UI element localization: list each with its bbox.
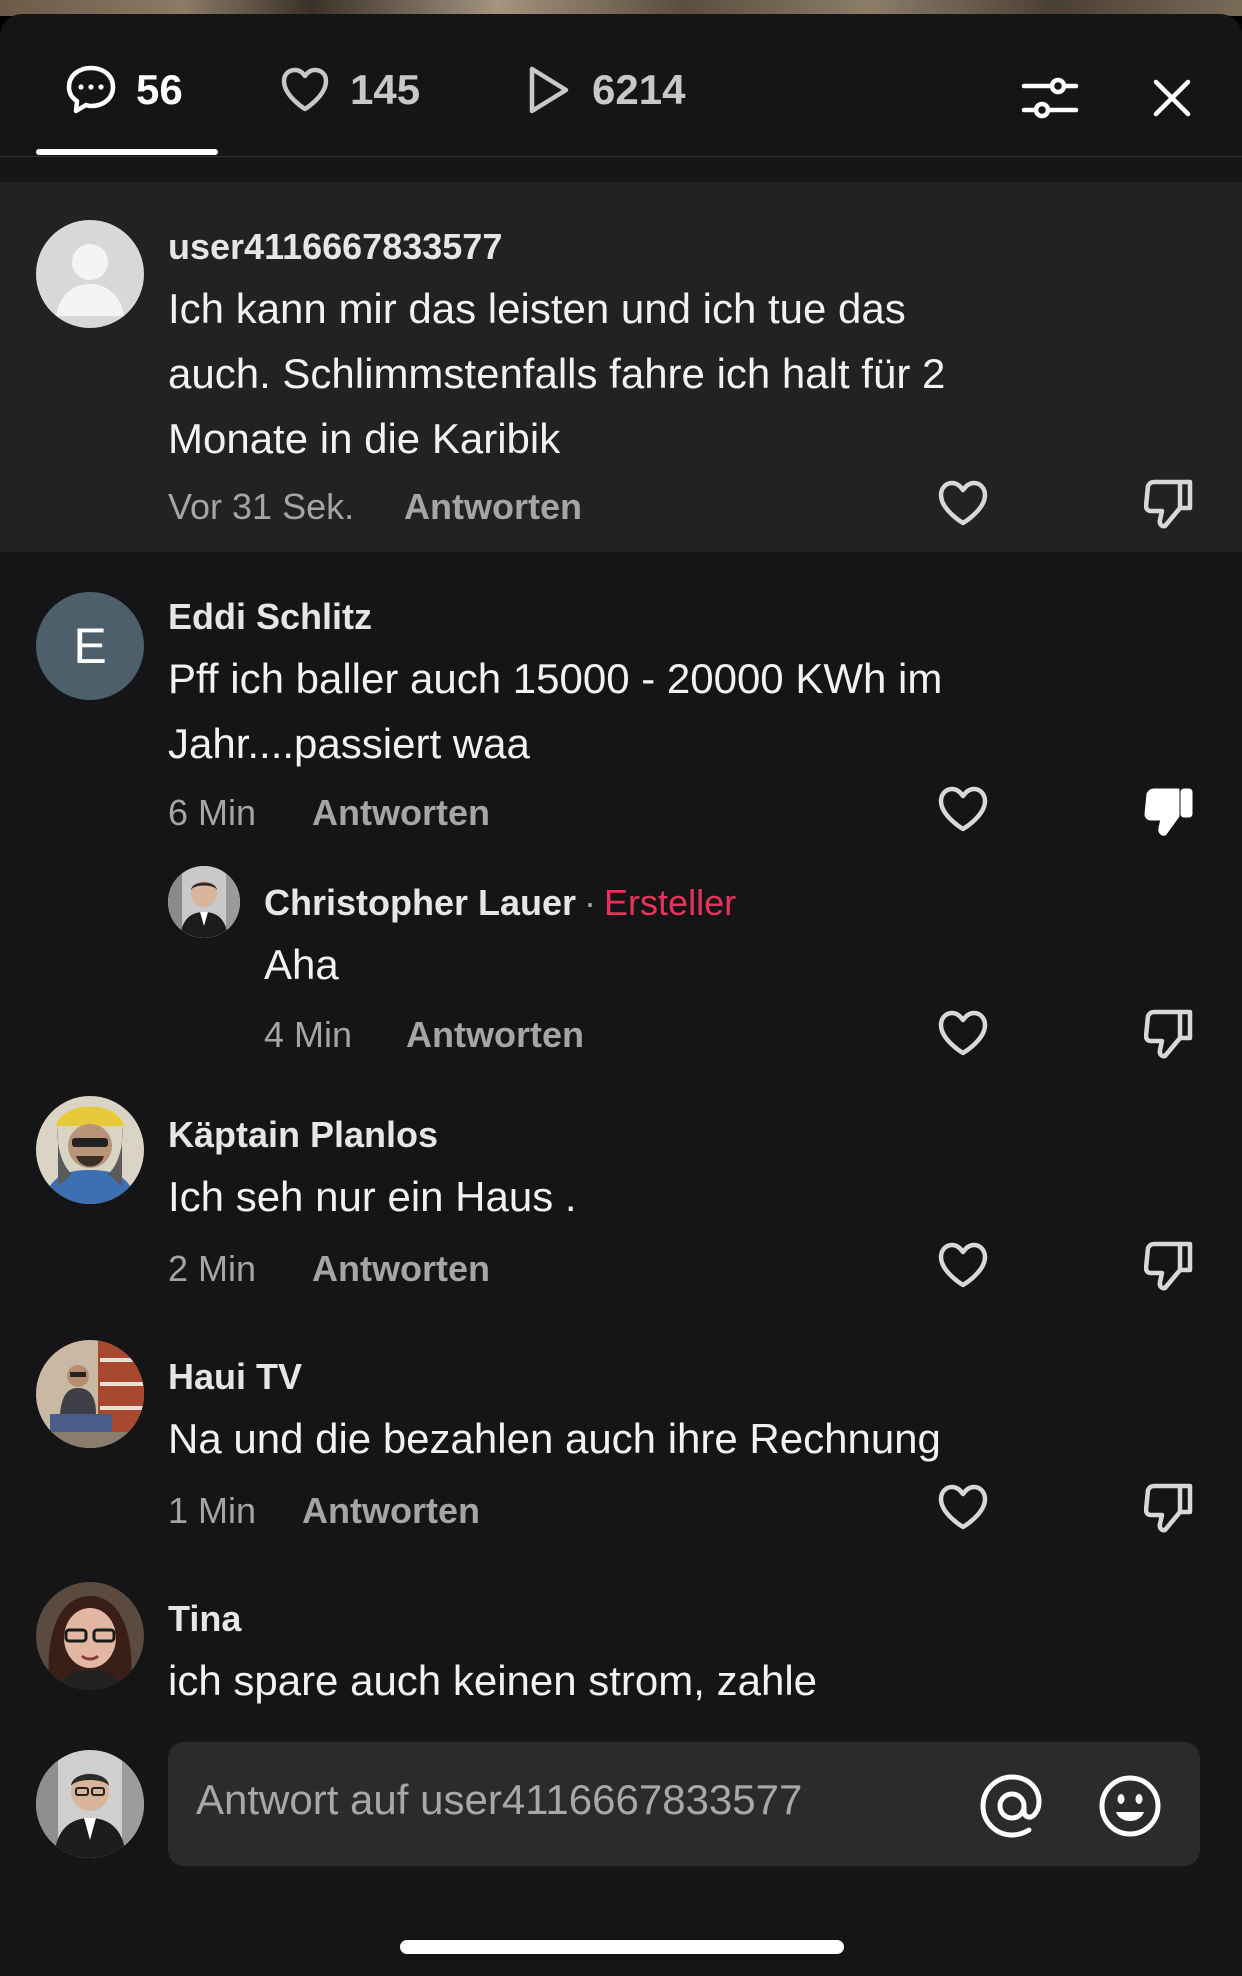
heart-icon[interactable] — [936, 1482, 990, 1532]
avatar-photo-icon — [36, 1582, 144, 1690]
comment-icon — [66, 65, 116, 114]
mention-at-icon[interactable] — [978, 1772, 1046, 1840]
avatar-christopher[interactable] — [168, 866, 240, 938]
avatar-photo-icon — [36, 1750, 144, 1858]
comment-text: ich spare auch keinen strom, zahle — [168, 1648, 817, 1713]
reply-input-bar: Antwort auf user4116667833577 — [0, 1710, 1242, 1976]
heart-icon[interactable] — [936, 1008, 990, 1058]
avatar-haui[interactable] — [36, 1340, 144, 1448]
avatar-letter[interactable]: E — [36, 592, 144, 700]
emoji-icon[interactable] — [1096, 1772, 1164, 1840]
comment-item: E Eddi Schlitz Pff ich baller auch 15000… — [0, 574, 1242, 836]
play-icon — [529, 66, 569, 114]
thumbs-down-icon[interactable] — [1144, 1238, 1194, 1292]
comment-username[interactable]: Eddi Schlitz — [168, 596, 372, 638]
comment-text: Ich seh nur ein Haus . — [168, 1164, 577, 1229]
comment-username[interactable]: Tina — [168, 1598, 241, 1640]
home-indicator[interactable] — [400, 1940, 844, 1954]
comment-username[interactable]: Haui TV — [168, 1356, 302, 1398]
avatar-photo-icon — [168, 866, 240, 938]
comment-time: 6 Min — [168, 792, 257, 833]
comments-sheet: 56 145 6214 user4116667833577 Ich kann m… — [0, 14, 1242, 1976]
reply-button[interactable]: Antworten — [406, 1014, 584, 1056]
reply-input[interactable]: Antwort auf user4116667833577 — [168, 1742, 1200, 1866]
heart-icon[interactable] — [936, 1240, 990, 1290]
heart-icon — [281, 67, 329, 112]
active-tab-indicator — [36, 149, 218, 155]
plays-count: 6214 — [592, 66, 686, 113]
comment-item: Tina ich spare auch keinen strom, zahle — [0, 1578, 1242, 1718]
comment-item: user4116667833577 Ich kann mir das leist… — [0, 182, 1242, 552]
comment-time: 2 Min — [168, 1248, 257, 1289]
avatar-kaeptain[interactable] — [36, 1096, 144, 1204]
comment-text-line: Pff ich baller auch 15000 - 20000 KWh im — [168, 655, 943, 702]
comment-text-line: Ich kann mir das leisten und ich tue das — [168, 285, 906, 332]
comment-item: Haui TV Na und die bezahlen auch ihre Re… — [0, 1336, 1242, 1536]
reply-username-row: Christopher Lauer · Ersteller — [264, 882, 736, 924]
reply-input-placeholder: Antwort auf user4116667833577 — [196, 1776, 803, 1823]
avatar-photo-icon — [36, 1096, 144, 1204]
separator-dot: · — [584, 882, 597, 923]
reply-button[interactable]: Antworten — [312, 1248, 490, 1290]
comment-username[interactable]: Christopher Lauer — [264, 882, 576, 923]
comments-count: 56 — [136, 66, 183, 113]
comment-text: Ich kann mir das leisten und ich tue das… — [168, 276, 945, 471]
heart-icon[interactable] — [936, 784, 990, 834]
comment-text-line: Ich seh nur ein Haus . — [168, 1173, 577, 1220]
thumbs-down-filled-icon[interactable] — [1144, 784, 1194, 838]
thumbs-down-icon[interactable] — [1144, 476, 1194, 530]
comment-text-line: ich spare auch keinen strom, zahle — [168, 1657, 818, 1704]
comment-text-line: Monate in die Karibik — [168, 415, 561, 462]
close-icon[interactable] — [1150, 76, 1194, 120]
comment-text-line: Jahr....passiert waa — [168, 720, 530, 767]
thumbs-down-icon[interactable] — [1144, 1006, 1194, 1060]
reply-button[interactable]: Antworten — [404, 486, 582, 528]
tab-likes[interactable]: 145 — [278, 62, 420, 118]
thumbs-down-icon[interactable] — [1144, 1480, 1194, 1534]
creator-badge: Ersteller — [604, 882, 737, 923]
current-user-avatar — [36, 1750, 144, 1858]
comment-text: Na und die bezahlen auch ihre Rechnung — [168, 1406, 941, 1471]
avatar-default[interactable] — [36, 220, 144, 328]
comment-username[interactable]: Käptain Planlos — [168, 1114, 438, 1156]
likes-count: 145 — [350, 66, 421, 113]
comment-item: Käptain Planlos Ich seh nur ein Haus . 2… — [0, 1094, 1242, 1294]
comment-time: 4 Min — [264, 1014, 353, 1055]
comment-username[interactable]: user4116667833577 — [168, 226, 502, 268]
reply-button[interactable]: Antworten — [312, 792, 490, 834]
tab-plays[interactable]: 6214 — [520, 62, 685, 118]
comments-header: 56 145 6214 — [0, 14, 1242, 157]
comment-text-line: Aha — [264, 941, 339, 988]
heart-icon[interactable] — [936, 478, 990, 528]
comment-text-line: auch. Schlimmstenfalls fahre ich halt fü… — [168, 350, 946, 397]
tab-comments[interactable]: 56 — [64, 62, 183, 118]
comment-text-line: Na und die bezahlen auch ihre Rechnung — [168, 1415, 941, 1462]
comment-time: Vor 31 Sek. — [168, 486, 355, 527]
comment-text: Pff ich baller auch 15000 - 20000 KWh im… — [168, 646, 942, 776]
comment-time: 1 Min — [168, 1490, 257, 1531]
comment-text: Aha — [264, 932, 339, 997]
default-user-icon — [56, 244, 124, 316]
reply-button[interactable]: Antworten — [302, 1490, 480, 1532]
filter-sliders-icon[interactable] — [1020, 72, 1080, 126]
reply-item: Christopher Lauer · Ersteller Aha 4 Min An… — [0, 862, 1242, 1062]
avatar-photo-icon — [36, 1340, 144, 1448]
avatar-initial: E — [73, 618, 107, 674]
avatar-tina[interactable] — [36, 1582, 144, 1690]
